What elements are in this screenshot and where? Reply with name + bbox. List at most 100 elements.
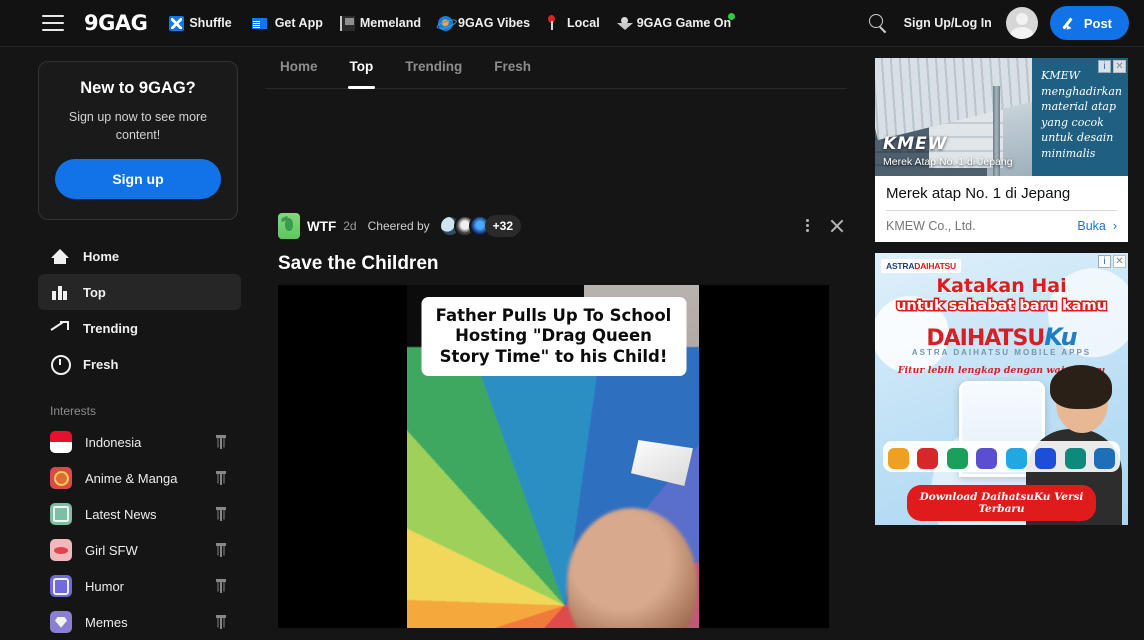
sidebar-item-girl-sfw[interactable]: Girl SFW (38, 532, 241, 568)
sidebar-item-indonesia[interactable]: Indonesia (38, 424, 241, 460)
hamburger-icon[interactable] (42, 15, 64, 31)
flag-icon (339, 15, 355, 31)
joystick-icon (617, 16, 632, 31)
close-icon[interactable] (827, 216, 847, 236)
nav-item-memeland[interactable]: Memeland (339, 15, 421, 31)
ad-copy-line: minimalis (1041, 147, 1096, 161)
post-button[interactable]: Post (1049, 6, 1129, 40)
nav-item-get-app[interactable]: Get App (249, 15, 323, 31)
bar-chart-icon (50, 282, 70, 302)
ad-cta-link[interactable]: Buka › (1077, 219, 1117, 233)
ad-kmew-copy: KMEW menghadirkan material atap yang coc… (1032, 58, 1128, 176)
chevron-right-icon: › (1109, 219, 1117, 233)
pin-icon[interactable] (213, 434, 229, 450)
sign-up-button[interactable]: Sign up (55, 159, 221, 200)
ad-info-icon[interactable]: i (1098, 255, 1111, 268)
pin-icon[interactable] (213, 506, 229, 522)
interest-label-anime-manga: Anime & Manga (85, 470, 178, 486)
kebab-menu-icon[interactable] (797, 215, 817, 237)
app-icon-tips-safety (1093, 448, 1115, 469)
avatar[interactable] (1005, 7, 1038, 39)
sidebar-label-top: Top (83, 284, 106, 300)
ad-badges: i ✕ (1098, 255, 1126, 268)
nav-item-shuffle[interactable]: Shuffle (169, 15, 232, 31)
post-title[interactable]: Save the Children (265, 241, 875, 285)
sign-up-log-in-link[interactable]: Sign Up/Log In (904, 16, 992, 30)
clock-icon (50, 354, 71, 376)
astra-daihatsu-logo: ASTRADAIHATSU (881, 259, 961, 273)
right-sidebar-ads: i ✕ KMEW Merek Atap No. 1 di Jepang KMEW… (875, 47, 1144, 640)
ad-copy-line: menghadirkan (1041, 84, 1122, 98)
ad-daihatsu-headline-2: untuk sahabat baru kamu (895, 297, 1109, 316)
post-header-actions (797, 215, 875, 237)
app-feature-icons (883, 441, 1120, 472)
nav-label-memeland: Memeland (359, 16, 421, 30)
app-icon-service-history (1005, 448, 1027, 469)
logo-astra: ASTRA (886, 261, 915, 271)
newspaper-icon (50, 503, 72, 526)
ad-copy-line: untuk desain (1041, 131, 1114, 145)
ad-daihatsu-headline-1: Katakan Hai (936, 275, 1067, 297)
shuffle-icon (169, 15, 185, 31)
post-section-label[interactable]: WTF (307, 219, 336, 234)
lips-icon (50, 539, 72, 562)
top-navigation-bar: 9GAG Shuffle Get App Memeland 9GAG Vibes… (0, 0, 1144, 47)
nav-item-9gag-game-on[interactable]: 9GAG Game On (617, 12, 736, 31)
post-media[interactable]: Father Pulls Up To School Hosting "Drag … (278, 285, 829, 628)
nav-label-get-app: Get App (274, 16, 323, 30)
ad-advertiser-row: KMEW Co., Ltd. Buka › (886, 211, 1117, 242)
home-icon (50, 246, 70, 266)
search-icon[interactable] (862, 8, 892, 38)
nav-item-local[interactable]: Local (547, 15, 600, 31)
ad-close-icon[interactable]: ✕ (1113, 255, 1126, 268)
tab-top[interactable]: Top (347, 59, 375, 89)
sidebar-item-fresh[interactable]: Fresh (38, 346, 241, 382)
nav-label-local: Local (567, 16, 600, 30)
sidebar-label-fresh: Fresh (83, 356, 119, 372)
9gag-logo[interactable]: 9GAG (84, 11, 148, 35)
post-age: 2d (343, 219, 357, 233)
cheerer-avatars[interactable]: +32 (438, 215, 522, 237)
signup-promo-card: New to 9GAG? Sign up now to see more con… (38, 61, 238, 221)
section-badge-icon[interactable] (278, 213, 300, 239)
pin-icon[interactable] (213, 470, 229, 486)
sidebar-item-latest-news[interactable]: Latest News (38, 496, 241, 532)
ad-info-icon[interactable]: i (1098, 60, 1111, 73)
person-hair (1050, 365, 1112, 409)
tab-fresh[interactable]: Fresh (494, 59, 531, 88)
app-icon-emergency (917, 448, 939, 469)
trending-arrow-icon (50, 318, 70, 338)
ad-daihatsu[interactable]: i ✕ ASTRADAIHATSU Katakan Hai untuk saha… (875, 253, 1128, 525)
app-icon-location-tracking (1035, 448, 1057, 469)
ad-headline-link[interactable]: Merek atap No. 1 di Jepang (886, 185, 1117, 211)
interest-label-latest-news: Latest News (85, 506, 157, 522)
phone-icon (251, 15, 267, 31)
indonesia-flag-icon (50, 431, 72, 454)
pencil-icon (1064, 16, 1078, 30)
ad-kmew[interactable]: i ✕ KMEW Merek Atap No. 1 di Jepang KMEW… (875, 58, 1128, 242)
tab-home[interactable]: Home (280, 59, 318, 88)
ad-kmew-footer: Merek atap No. 1 di Jepang KMEW Co., Ltd… (875, 176, 1128, 242)
sidebar-item-memes[interactable]: Memes (38, 604, 241, 640)
sidebar-item-humor[interactable]: Humor (38, 568, 241, 604)
sidebar-item-trending[interactable]: Trending (38, 310, 241, 346)
online-dot-icon (728, 12, 736, 20)
app-icon-booking-service (888, 448, 909, 469)
pin-icon[interactable] (213, 578, 229, 594)
interest-label-girl-sfw: Girl SFW (85, 542, 138, 558)
nav-item-9gag-vibes[interactable]: 9GAG Vibes (436, 13, 530, 33)
ad-kmew-logo: KMEW (883, 134, 948, 154)
tab-trending[interactable]: Trending (405, 59, 462, 88)
ad-close-icon[interactable]: ✕ (1113, 60, 1126, 73)
pin-icon[interactable] (213, 542, 229, 558)
ad-copy-line: yang cocok (1041, 115, 1104, 129)
diamond-icon (50, 611, 72, 634)
ad-daihatsu-cta-button[interactable]: Download DaihatsuKu Versi Terbaru (907, 485, 1096, 521)
vibes-planet-icon (436, 13, 455, 33)
sidebar-item-home[interactable]: Home (38, 238, 241, 274)
sidebar-item-anime-manga[interactable]: Anime & Manga (38, 460, 241, 496)
sidebar-nav-list: Home Top Trending Fresh Interests Indone… (0, 238, 265, 640)
pin-icon[interactable] (213, 614, 229, 630)
sidebar-item-top[interactable]: Top (38, 274, 241, 311)
interest-label-humor: Humor (85, 578, 125, 594)
